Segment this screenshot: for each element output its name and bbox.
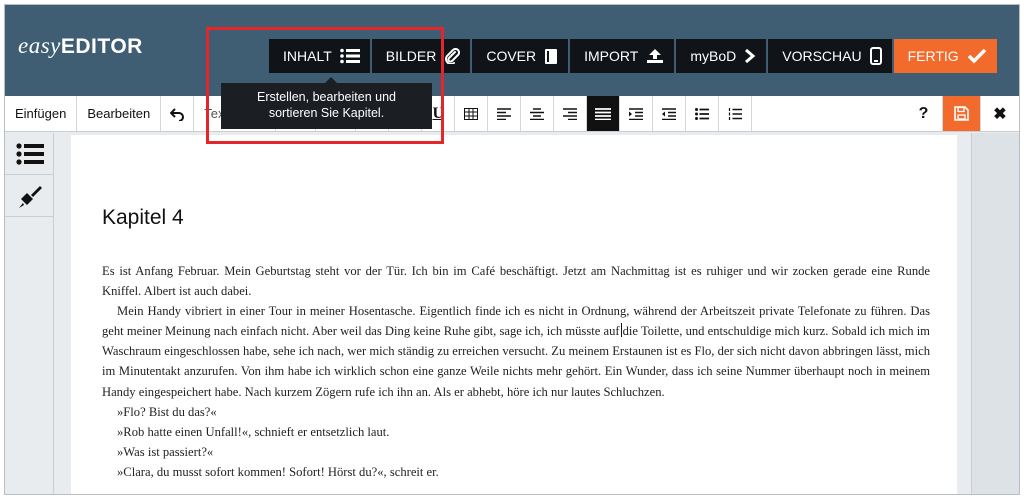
- paragraph: Mein Handy vibriert in einer Tour in mei…: [102, 301, 930, 401]
- outdent-icon: [662, 107, 677, 120]
- nav-mybod[interactable]: myBoD: [676, 39, 767, 73]
- paragraph: Es ist Anfang Februar. Mein Geburtstag s…: [102, 264, 930, 299]
- nav-vorschau[interactable]: VORSCHAU: [768, 39, 892, 73]
- chapter-title[interactable]: Kapitel 4: [102, 206, 184, 230]
- chevron-right-icon: [745, 48, 756, 64]
- nav-import-label: IMPORT: [584, 48, 639, 64]
- nav-tooltip: Erstellen, bearbeiten und sortieren Sie …: [221, 77, 432, 129]
- align-left-button[interactable]: [488, 96, 522, 131]
- outdent-button[interactable]: [653, 96, 687, 131]
- phone-icon: [869, 47, 882, 65]
- indent-button[interactable]: [620, 96, 654, 131]
- list-icon: [15, 142, 44, 165]
- help-button[interactable]: ?: [905, 96, 943, 131]
- align-left-icon: [497, 107, 512, 120]
- close-button[interactable]: ✖: [981, 96, 1019, 131]
- underline-label: U: [432, 104, 444, 122]
- paragraph: »Flo? Bist du das?«: [117, 404, 217, 419]
- document-page[interactable]: Kapitel 4 Es ist Anfang Februar. Mein Ge…: [71, 135, 957, 494]
- nav-mybod-label: myBoD: [690, 48, 737, 64]
- nav-cover-label: COVER: [486, 48, 537, 64]
- right-panel: [971, 133, 1019, 494]
- nav-import[interactable]: IMPORT: [570, 39, 675, 73]
- save-icon: [954, 106, 969, 121]
- chapter-body[interactable]: Es ist Anfang Februar. Mein Geburtstag s…: [102, 261, 930, 482]
- editor-window: easyEDITOR INHALT BILDER COVER IMPORT my…: [4, 4, 1020, 495]
- tooltip-line-2: sortieren Sie Kapitel.: [268, 106, 385, 120]
- nav-bilder-label: BILDER: [385, 48, 437, 64]
- numbered-list-button[interactable]: [719, 96, 753, 131]
- paragraph: »Rob hatte einen Unfall!«, schnieft er e…: [117, 424, 390, 439]
- main-nav: INHALT BILDER COVER IMPORT myBoD VORSCHA…: [269, 39, 997, 73]
- align-justify-button[interactable]: [587, 96, 621, 131]
- upload-icon: [647, 49, 664, 63]
- help-label: ?: [918, 104, 929, 122]
- paragraph: »Clara, du musst sofort kommen! Sofort! …: [117, 464, 439, 479]
- align-right-button[interactable]: [554, 96, 588, 131]
- align-right-icon: [563, 107, 578, 120]
- list-icon: [339, 48, 360, 64]
- format-toolbar: Einfügen Bearbeiten Text B I U ? ✖: [5, 96, 1019, 132]
- nav-bilder[interactable]: BILDER: [371, 39, 471, 73]
- paintbrush-icon: [18, 185, 42, 208]
- align-center-icon: [530, 107, 545, 120]
- paragraph: »Was ist passiert?«: [117, 444, 214, 459]
- bullet-list-button[interactable]: [686, 96, 720, 131]
- check-icon: [967, 48, 986, 64]
- undo-icon: [170, 107, 185, 121]
- nav-fertig[interactable]: FERTIG: [893, 39, 997, 73]
- bullet-list-icon: [695, 107, 710, 120]
- align-justify-icon: [595, 107, 612, 120]
- chapter-list-button[interactable]: [5, 133, 54, 175]
- close-icon: ✖: [993, 105, 1007, 123]
- side-panel: [5, 133, 54, 494]
- logo-prefix: easy: [18, 33, 61, 58]
- tooltip-line-1: Erstellen, bearbeiten und: [257, 90, 396, 104]
- edit-menu[interactable]: Bearbeiten: [77, 96, 162, 131]
- table-button[interactable]: [455, 96, 489, 131]
- app-logo: easyEDITOR: [18, 33, 143, 59]
- insert-menu[interactable]: Einfügen: [5, 96, 78, 131]
- logo-suffix: EDITOR: [60, 35, 143, 58]
- table-icon: [464, 107, 479, 120]
- nav-inhalt[interactable]: INHALT: [269, 39, 370, 73]
- book-icon: [545, 48, 558, 64]
- undo-button[interactable]: [161, 96, 195, 131]
- nav-cover[interactable]: COVER: [472, 39, 569, 73]
- indent-icon: [629, 107, 644, 120]
- style-brush-button[interactable]: [5, 175, 54, 217]
- nav-vorschau-label: VORSCHAU: [782, 48, 862, 64]
- app-header: easyEDITOR INHALT BILDER COVER IMPORT my…: [5, 5, 1019, 96]
- numbered-list-icon: [729, 107, 743, 120]
- nav-inhalt-label: INHALT: [283, 48, 332, 64]
- save-button[interactable]: [943, 96, 981, 131]
- align-center-button[interactable]: [521, 96, 555, 131]
- text-caret: [620, 323, 622, 338]
- nav-fertig-label: FERTIG: [907, 48, 959, 64]
- paperclip-icon: [445, 48, 461, 64]
